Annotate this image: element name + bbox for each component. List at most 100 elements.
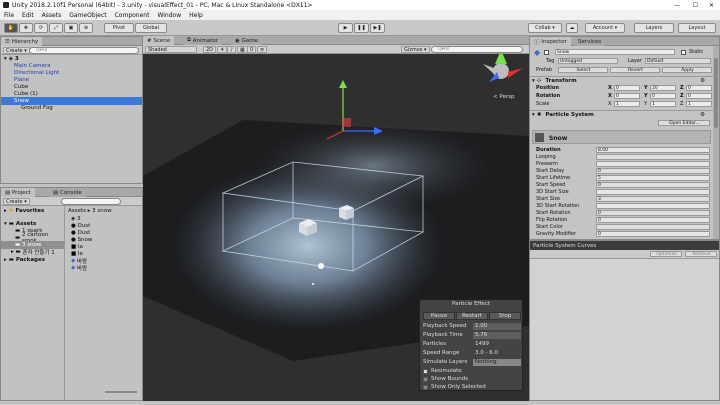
playback-time-field[interactable]: 5.76 (473, 331, 521, 339)
menu-component[interactable]: Component (111, 12, 154, 19)
component-settings-icon[interactable]: ⚙ (700, 112, 705, 118)
particle-system-header[interactable]: ▾ ✺ Particle System ⚙ (530, 110, 713, 118)
hierarchy-item[interactable]: Ground Fog (1, 104, 142, 112)
show-bounds-row[interactable]: Show Bounds (423, 375, 523, 383)
particle-emitter-gizmo[interactable] (318, 263, 324, 269)
curves-editor-area[interactable] (530, 259, 719, 400)
persp-label[interactable]: < Persp (493, 94, 514, 100)
prefab-apply-button[interactable]: Apply (662, 67, 712, 73)
position-x-field[interactable]: 0 (614, 85, 640, 91)
hierarchy-search-input[interactable]: Q▾All (29, 47, 139, 54)
active-checkbox[interactable] (544, 49, 550, 55)
pause-effect-button[interactable]: Pause (423, 312, 455, 320)
rotation-label: Rotation (536, 93, 561, 99)
hierarchy-create-button[interactable]: Create ▾ (3, 47, 30, 54)
project-breadcrumb[interactable]: Assets ▸ 3 snow (65, 207, 142, 215)
rotation-y-field[interactable]: 0 (650, 93, 676, 99)
menu-help[interactable]: Help (185, 12, 207, 19)
collab-button[interactable]: Collab ▾ (528, 23, 562, 33)
optimize-button[interactable]: Optimize (650, 251, 682, 257)
transform-header[interactable]: ▾ ⊹ Transform ⚙ (530, 76, 713, 84)
menu-file[interactable]: File (0, 12, 18, 19)
particle-main-module[interactable]: Snow (532, 130, 711, 144)
open-editor-button[interactable]: Open Editor... (658, 120, 710, 126)
gameobject-name-field[interactable]: Snow (555, 49, 675, 55)
scale-x-field[interactable]: 1 (614, 101, 640, 107)
tag-dropdown[interactable]: Untagged (558, 58, 618, 64)
playback-speed-field[interactable]: 1.00 (473, 322, 521, 330)
y-axis-arrow[interactable] (339, 80, 347, 88)
tab-console[interactable]: ▤ Console (49, 188, 86, 197)
prefab-revert-button[interactable]: Revert (610, 67, 660, 73)
tab-hierarchy[interactable]: ☰ Hierarchy (1, 37, 43, 46)
restart-effect-button[interactable]: Restart (456, 312, 488, 320)
tab-services[interactable]: Services (574, 37, 606, 46)
rect-tool-icon[interactable]: ▣ (64, 23, 78, 33)
transform-tool-icon[interactable]: ⊕ (79, 23, 93, 33)
play-button[interactable]: ▶ (338, 23, 353, 33)
minimize-icon[interactable]: — (674, 2, 680, 9)
favorites-row[interactable]: ▸ ★ Favorites (1, 207, 64, 215)
layer-dropdown[interactable]: Default (645, 58, 711, 64)
menu-assets[interactable]: Assets (38, 12, 66, 19)
gizmos-dropdown[interactable]: Gizmos ▾ (401, 46, 430, 53)
show-only-selected-checkbox[interactable] (423, 384, 428, 390)
close-icon[interactable]: ✕ (709, 2, 714, 9)
scene-search-input[interactable]: Q▾All (431, 46, 523, 53)
simulate-layers-dropdown[interactable]: Nothing (473, 358, 521, 366)
project-file[interactable]: ◆ 바람 (65, 264, 142, 272)
scale-y-field[interactable]: 1 (650, 101, 676, 107)
global-toggle[interactable]: Global (135, 23, 167, 33)
prefab-select-button[interactable]: Select (558, 67, 608, 73)
hand-tool-icon[interactable]: ✋ (4, 23, 18, 33)
project-tree-item[interactable]: ▸ ▬ Packages (1, 256, 64, 264)
audio-toggle-icon[interactable]: ♪ (227, 46, 237, 53)
scale-tool-icon[interactable]: ⤢ (49, 23, 63, 33)
remove-button[interactable]: Remove (685, 251, 717, 257)
move-plane-handle[interactable] (342, 118, 351, 127)
pause-button[interactable]: ❚❚ (354, 23, 369, 33)
rotate-tool-icon[interactable]: ⟳ (34, 23, 48, 33)
project-create-button[interactable]: Create ▾ (3, 198, 30, 205)
maximize-icon[interactable]: ☐ (693, 2, 698, 9)
shading-dropdown[interactable]: Shaded (145, 46, 197, 53)
scene-gizmo[interactable] (483, 50, 523, 82)
account-button[interactable]: Account ▾ (585, 23, 625, 33)
inspector-scrollbar[interactable] (713, 46, 719, 239)
rotation-z-field[interactable]: 0 (686, 93, 712, 99)
show-bounds-checkbox[interactable] (423, 376, 428, 382)
menu-gameobject[interactable]: GameObject (65, 12, 110, 19)
pivot-toggle[interactable]: Pivot (104, 23, 134, 33)
component-settings-icon[interactable]: ⚙ (700, 78, 705, 84)
move-tool-icon[interactable]: ✥ (19, 23, 33, 33)
mode-2d-toggle[interactable]: 2D (203, 46, 217, 53)
tab-scene[interactable]: # Scene (143, 36, 175, 45)
position-y-field[interactable]: 20 (650, 85, 676, 91)
layers-visibility-icon[interactable]: ≡ (257, 46, 268, 53)
position-z-field[interactable]: 0 (686, 85, 712, 91)
tab-project[interactable]: ▤ Project (1, 188, 35, 197)
menu-window[interactable]: Window (153, 12, 185, 19)
show-only-selected-row[interactable]: Show Only Selected (423, 383, 523, 391)
static-checkbox[interactable] (681, 49, 686, 55)
tab-animator[interactable]: ⧉ Animator (183, 36, 222, 45)
stop-effect-button[interactable]: Stop (489, 312, 521, 320)
resimulate-checkbox[interactable] (423, 368, 428, 374)
scale-z-field[interactable]: 1 (686, 101, 712, 107)
rotation-x-field[interactable]: 0 (614, 93, 640, 99)
project-tree-item[interactable]: ▸ ▬ 혼자 만들기 1 (1, 248, 64, 256)
resimulate-row[interactable]: Resimulate (423, 367, 523, 375)
scrollbar-thumb[interactable] (714, 58, 718, 128)
tab-inspector[interactable]: ⓘ Inspector (530, 37, 571, 46)
menu-edit[interactable]: Edit (18, 12, 38, 19)
layers-dropdown[interactable]: Layers (634, 23, 674, 33)
layout-dropdown[interactable]: Layout (678, 23, 716, 33)
tab-game[interactable]: ◉ Game (231, 36, 262, 45)
particle-prop-field[interactable]: 0 (596, 231, 710, 237)
lighting-toggle-icon[interactable]: ☀ (217, 46, 228, 53)
icon-size-slider[interactable] (105, 391, 137, 393)
camera-scene-icon[interactable]: 0 (247, 46, 257, 53)
project-search-input[interactable] (61, 198, 121, 205)
step-button[interactable]: ▶❚ (370, 23, 385, 33)
cloud-icon[interactable]: ☁ (566, 23, 578, 33)
